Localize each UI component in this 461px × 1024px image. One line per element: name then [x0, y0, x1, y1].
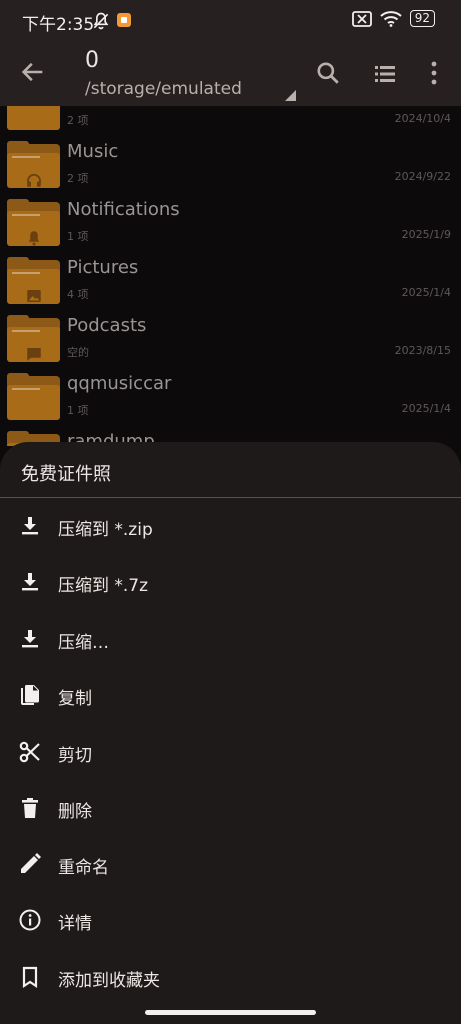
app-notification-icon	[117, 13, 131, 27]
status-time: 下午2:35	[22, 15, 95, 35]
pencil-icon	[21, 853, 41, 873]
context-menu-sheet: 免费证件照 压缩到 *.zip 压缩到 *.7z 压缩… 复制 剪切 删除 重命…	[0, 442, 461, 1024]
chat-icon	[27, 348, 41, 361]
wifi-icon	[380, 10, 402, 27]
file-count: 1 项	[67, 404, 89, 417]
copy-icon	[21, 685, 39, 705]
status-right: 92	[351, 10, 435, 27]
menu-add-favorite[interactable]: 添加到收藏夹	[0, 950, 461, 1006]
folder-icon	[7, 373, 60, 420]
menu-compress[interactable]: 压缩…	[0, 612, 461, 668]
screen: 下午2:35 92 0 /storage/emulated 2 项 2024/1…	[0, 0, 461, 1024]
download-icon	[22, 630, 38, 648]
folder-icon	[7, 257, 60, 304]
file-count: 1 项	[67, 230, 89, 243]
sheet-title: 免费证件照	[21, 464, 111, 485]
menu-delete[interactable]: 删除	[0, 781, 461, 837]
navigation-bar	[0, 1004, 461, 1024]
file-list: 2 项 2024/10/4 Music 2 项 2024/9/22 Notifi…	[0, 106, 461, 446]
menu-label: 删除	[58, 802, 92, 822]
file-count: 2 项	[67, 114, 89, 127]
path-dropdown-icon[interactable]	[285, 90, 296, 101]
file-date: 2024/9/22	[394, 170, 451, 183]
file-name: qqmusiccar	[67, 373, 172, 394]
file-row[interactable]: Pictures 4 项 2025/1/4	[0, 252, 461, 310]
status-bar: 下午2:35 92	[0, 0, 461, 42]
folder-path[interactable]: /storage/emulated	[85, 79, 242, 99]
bell-icon	[28, 231, 40, 246]
home-gesture-handle[interactable]	[145, 1010, 316, 1015]
mute-icon	[93, 12, 109, 30]
file-name: Podcasts	[67, 315, 147, 336]
file-count: 2 项	[67, 172, 89, 185]
more-vert-icon[interactable]	[428, 60, 440, 86]
file-name: Music	[67, 141, 119, 162]
download-icon	[22, 517, 38, 535]
file-count: 空的	[67, 346, 89, 359]
menu-label: 重命名	[58, 858, 109, 878]
trash-icon	[22, 798, 38, 818]
file-date: 2025/1/4	[401, 402, 451, 415]
file-name: Pictures	[67, 257, 139, 278]
list-view-icon[interactable]	[373, 62, 397, 86]
info-icon	[19, 909, 41, 931]
image-icon	[27, 290, 41, 302]
menu-details[interactable]: 详情	[0, 893, 461, 949]
menu-copy[interactable]: 复制	[0, 668, 461, 724]
file-row[interactable]: 2 项 2024/10/4	[0, 106, 461, 136]
file-date: 2023/8/15	[394, 344, 451, 357]
file-date: 2024/10/4	[394, 112, 451, 125]
menu-rename[interactable]: 重命名	[0, 837, 461, 893]
folder-icon	[7, 315, 60, 362]
scissors-icon	[19, 741, 40, 763]
menu-label: 压缩到 *.zip	[58, 520, 153, 540]
menu-cut[interactable]: 剪切	[0, 725, 461, 781]
file-date: 2025/1/4	[401, 286, 451, 299]
back-arrow-icon[interactable]	[19, 58, 47, 86]
no-sim-icon	[351, 10, 372, 27]
menu-compress-zip[interactable]: 压缩到 *.zip	[0, 499, 461, 555]
folder-icon	[7, 199, 60, 246]
menu-label: 添加到收藏夹	[58, 971, 160, 991]
folder-icon	[7, 141, 60, 188]
sheet-divider	[0, 497, 461, 498]
menu-label: 压缩到 *.7z	[58, 576, 149, 596]
folder-title: 0	[85, 48, 99, 73]
battery-icon: 92	[409, 10, 435, 27]
bookmark-icon	[22, 966, 38, 989]
file-count: 4 项	[67, 288, 89, 301]
search-icon[interactable]	[315, 60, 341, 86]
folder-icon	[7, 106, 60, 130]
menu-label: 压缩…	[58, 633, 109, 653]
toolbar: 0 /storage/emulated	[0, 42, 461, 106]
file-row[interactable]: qqmusiccar 1 项 2025/1/4	[0, 368, 461, 426]
menu-label: 剪切	[58, 746, 92, 766]
file-row[interactable]: Notifications 1 项 2025/1/9	[0, 194, 461, 252]
headphones-icon	[27, 173, 41, 187]
menu-label: 复制	[58, 689, 92, 709]
file-row[interactable]: Podcasts 空的 2023/8/15	[0, 310, 461, 368]
menu-label: 详情	[58, 914, 92, 934]
download-icon	[22, 573, 38, 591]
menu-compress-7z[interactable]: 压缩到 *.7z	[0, 555, 461, 611]
file-name: Notifications	[67, 199, 180, 220]
file-date: 2025/1/9	[401, 228, 451, 241]
file-row[interactable]: Music 2 项 2024/9/22	[0, 136, 461, 194]
